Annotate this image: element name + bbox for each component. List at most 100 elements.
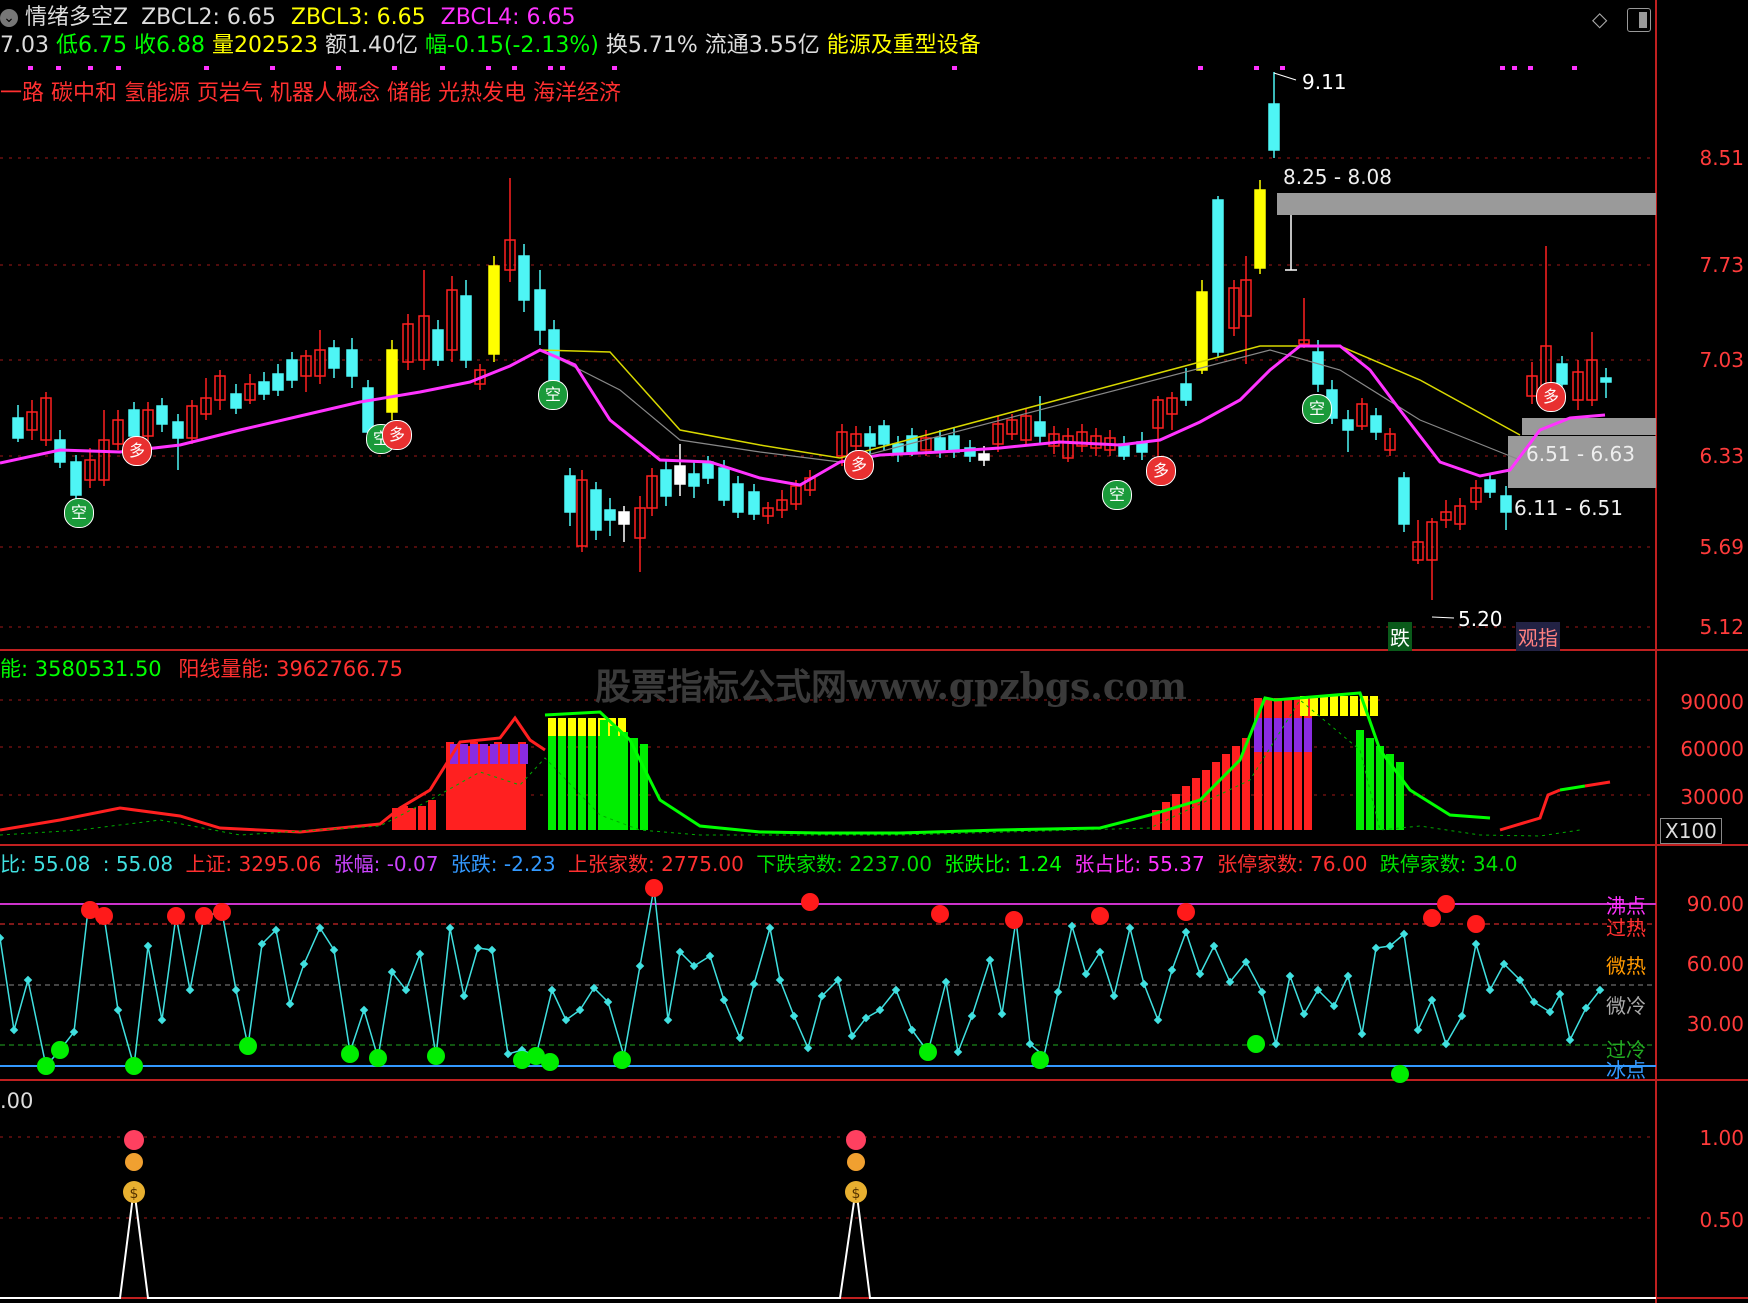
breadth-point [315,923,325,933]
volume-bar [1366,738,1374,830]
breadth-point [415,949,425,959]
level-warm: 微热 [1606,954,1646,978]
vol-y-tick: 90000 [1680,690,1744,714]
breadth-point [985,955,995,965]
breadth-y-tick: 60.00 [1686,952,1744,976]
candle-body [1500,495,1512,513]
breadth-point [775,975,785,985]
candle-body [878,425,890,445]
candle-body [386,349,398,413]
low-price-label: 5.20 [1458,607,1503,631]
svg-text:$: $ [852,1186,861,1202]
breadth-point [705,951,715,961]
breadth-point [1545,1007,1555,1017]
breadth-point [635,961,645,971]
oversold-dot [341,1045,359,1063]
breadth-point [1209,941,1219,951]
candle-body [718,467,730,501]
volume-bar-cap [558,718,566,736]
volume-bars [392,696,1404,830]
volume-bar-cap [1274,718,1282,752]
breadth-point [185,985,195,995]
volume-bar [578,722,586,830]
volume-bar [600,720,608,830]
breadth-y-tick: 90.00 [1686,892,1744,916]
overheat-dot [1005,911,1023,929]
bull-signal-badge: 多 [1536,382,1566,412]
breadth-point [1153,1015,1163,1025]
volume-tail-line [1499,788,1561,832]
volume-bar-cap [588,718,596,736]
oversold-dot [51,1041,69,1059]
breadth-point [157,1015,167,1025]
breadth-point [1441,1039,1451,1049]
breadth-point [113,1005,123,1015]
breadth-point [1427,995,1437,1005]
zone-label-mid: 6.51 - 6.63 [1526,442,1635,466]
volume-bar-cap [490,744,498,764]
candle-body [12,417,24,439]
oversold-dot [37,1057,55,1075]
breadth-point [1257,987,1267,997]
breadth-point [1109,991,1119,1001]
breadth-point [749,979,759,989]
multiplier-label: X100 [1660,818,1722,844]
breadth-point [1343,971,1353,981]
breadth-point [503,1049,513,1059]
candle-body [688,473,700,487]
breadth-y-tick: 30.00 [1686,1012,1744,1036]
breadth-dots [0,879,1605,1083]
volume-bar-cap [1340,696,1348,716]
level-overheat: 过热 [1606,916,1646,940]
breadth-panel-header: 比: 55.08 : 55.08 上证: 3295.06 张幅: -0.07 张… [0,851,1517,877]
volume-bar [588,722,596,830]
breadth-point [719,995,729,1005]
candle-body [1034,421,1046,437]
y-tick: 8.51 [1699,146,1744,170]
amp-value: 张幅: -0.07 [333,852,439,876]
volume-bar [1182,786,1190,830]
breadth-point [1529,997,1539,1007]
energy-value: 能: 3580531.50 [0,657,162,681]
breadth-point [231,985,241,995]
index-value: 上证: 3295.06 [185,852,322,876]
breadth-point [473,943,483,953]
volume-bar [1294,698,1302,830]
oversold-dot [1031,1051,1049,1069]
oversold-dot [1247,1035,1265,1053]
volume-bar [610,726,618,830]
candle-body [618,511,630,525]
rise-share: 张占比: 55.37 [1074,852,1205,876]
oversold-dot [369,1049,387,1067]
volume-bar [1172,794,1180,830]
candle-body [660,469,672,497]
breadth-point [1371,943,1381,953]
candle-body [1398,477,1410,525]
signal-panel-header: .00 [0,1089,34,1113]
candle-body [460,295,472,361]
volume-bar [640,744,648,830]
volume-bar [1192,778,1200,830]
svg-text:$: $ [130,1186,139,1202]
candle-body [564,475,576,513]
oversold-dot [239,1037,257,1055]
volume-bar-cap [1294,718,1302,752]
resistance-zone [1277,193,1656,215]
breadth-point [735,1033,745,1043]
breadth-point [1471,939,1481,949]
breadth-point [1413,1025,1423,1035]
overheat-dot [213,903,231,921]
y-tick: 7.73 [1699,253,1744,277]
bear-signal-badge: 空 [538,380,568,410]
overheat-dot [931,905,949,923]
overheat-dot [195,907,213,925]
overheat-dot [1091,907,1109,925]
breadth-point [1555,989,1565,999]
volume-bar-cap [568,718,576,736]
rise-fall-ratio: 张跌比: 1.24 [944,852,1062,876]
breadth-point [663,1015,673,1025]
breadth-point [23,975,33,985]
volume-bar-cap [480,744,488,764]
volume-bar [418,806,426,830]
bear-signal-badge: 空 [1302,394,1332,424]
